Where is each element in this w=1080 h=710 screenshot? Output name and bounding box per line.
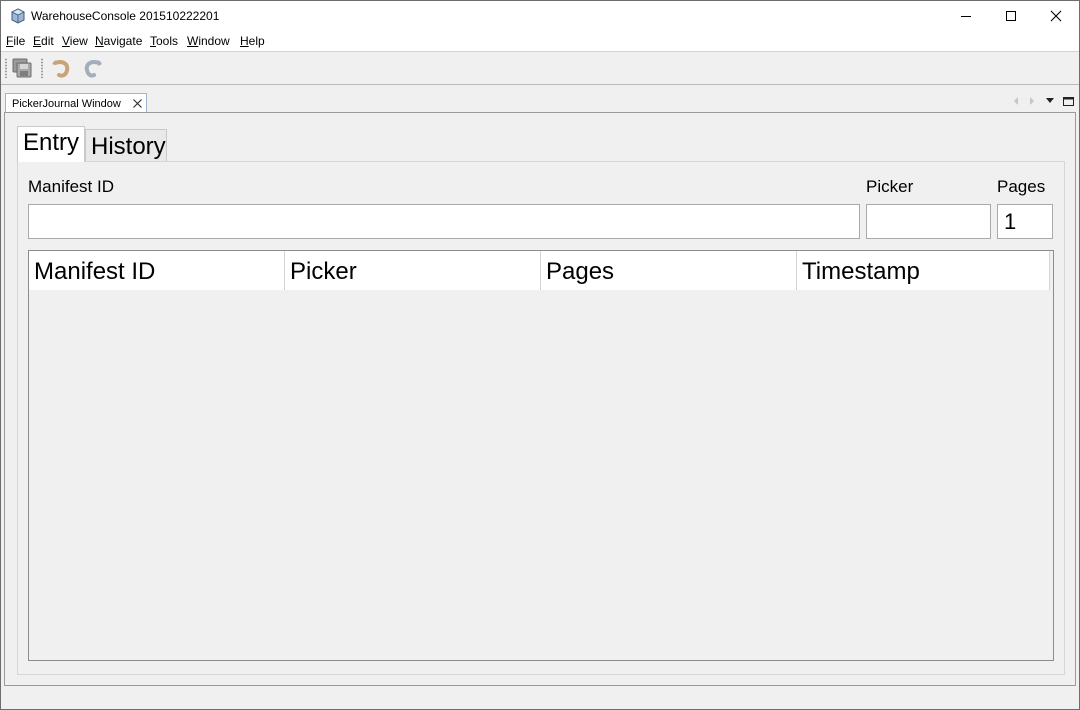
close-window-button[interactable]	[1033, 1, 1079, 31]
pages-label: Pages	[997, 177, 1046, 196]
menu-file[interactable]: File	[6, 34, 25, 48]
close-tab-icon[interactable]	[132, 98, 143, 109]
minimize-button[interactable]	[943, 1, 989, 31]
chevron-right-icon	[1030, 97, 1034, 105]
save-all-icon	[12, 58, 32, 78]
menu-navigate-label: avigate	[103, 34, 143, 48]
picker-input[interactable]	[866, 204, 991, 239]
toolbar	[1, 52, 1079, 85]
chevron-left-icon	[1014, 97, 1018, 105]
menu-window-label: indow	[198, 34, 230, 48]
tab-history[interactable]: History	[85, 129, 167, 162]
table-header: Manifest ID Picker Pages Timestamp	[29, 251, 1050, 290]
title-bar[interactable]: WarehouseConsole 201510222201	[1, 1, 1079, 31]
scroll-tabs-right-button[interactable]	[1026, 95, 1038, 107]
menu-tools-label: ools	[156, 34, 179, 48]
column-header-label: Picker	[290, 258, 357, 285]
document-panel: Entry History Manifest ID Picker Pages M…	[4, 112, 1076, 686]
menu-edit-mnemonic: E	[33, 34, 42, 48]
menu-edit[interactable]: Edit	[33, 34, 54, 48]
menu-view[interactable]: View	[62, 34, 88, 48]
menu-help[interactable]: Help	[240, 34, 265, 48]
menu-navigate[interactable]: Navigate	[95, 34, 142, 48]
column-header-label: Pages	[546, 258, 615, 285]
column-header-picker[interactable]: Picker	[285, 251, 541, 290]
maximize-window-icon	[1062, 97, 1074, 106]
minimize-icon	[961, 16, 971, 17]
document-tab-pickerjournal[interactable]: PickerJournal Window	[5, 93, 147, 113]
undo-button[interactable]	[49, 56, 75, 80]
close-icon	[1050, 10, 1062, 22]
redo-icon	[84, 60, 102, 78]
menu-window[interactable]: Window	[187, 34, 230, 48]
app-cube-icon	[11, 8, 25, 24]
undo-icon	[52, 60, 70, 78]
maximize-document-button[interactable]	[1062, 95, 1074, 107]
column-header-label: Timestamp	[802, 258, 920, 285]
menu-bar: File Edit View Navigate Tools Window Hel…	[1, 31, 1079, 52]
redo-button[interactable]	[79, 56, 105, 80]
application-window: WarehouseConsole 201510222201 File Edit …	[0, 0, 1080, 710]
tab-entry-label: Entry	[23, 129, 80, 156]
maximize-button[interactable]	[988, 1, 1034, 31]
journal-table[interactable]: Manifest ID Picker Pages Timestamp	[28, 250, 1054, 661]
manifest-id-label: Manifest ID	[28, 177, 114, 196]
document-tab-label: PickerJournal Window	[12, 98, 121, 110]
column-header-manifest-id[interactable]: Manifest ID	[29, 251, 285, 290]
pages-input[interactable]	[997, 204, 1053, 239]
maximize-icon	[1006, 11, 1016, 21]
menu-help-mnemonic: H	[240, 34, 249, 48]
menu-navigate-mnemonic: N	[95, 34, 104, 48]
menu-view-mnemonic: V	[62, 34, 70, 48]
column-header-pages[interactable]: Pages	[541, 251, 797, 290]
show-opened-documents-button[interactable]	[1044, 95, 1056, 107]
menu-help-label: elp	[248, 34, 265, 48]
document-area: PickerJournal Window Entry History Manif…	[4, 91, 1076, 686]
menu-window-mnemonic: W	[187, 34, 199, 48]
menu-edit-label: dit	[41, 34, 54, 48]
picker-label: Picker	[866, 177, 914, 196]
scroll-tabs-left-button[interactable]	[1010, 95, 1022, 107]
menu-tools[interactable]: Tools	[150, 34, 178, 48]
column-header-label: Manifest ID	[34, 258, 156, 285]
menu-file-label: ile	[13, 34, 26, 48]
toolbar-grip[interactable]	[5, 58, 7, 78]
toolbar-separator	[41, 58, 43, 78]
window-title: WarehouseConsole 201510222201	[31, 9, 220, 23]
column-header-timestamp[interactable]: Timestamp	[797, 251, 1050, 290]
dropdown-arrow-icon	[1046, 98, 1054, 103]
save-all-button[interactable]	[9, 56, 35, 80]
menu-view-label: iew	[69, 34, 88, 48]
tab-history-label: History	[91, 133, 166, 160]
tab-entry[interactable]: Entry	[17, 126, 85, 162]
manifest-id-input[interactable]	[28, 204, 860, 239]
